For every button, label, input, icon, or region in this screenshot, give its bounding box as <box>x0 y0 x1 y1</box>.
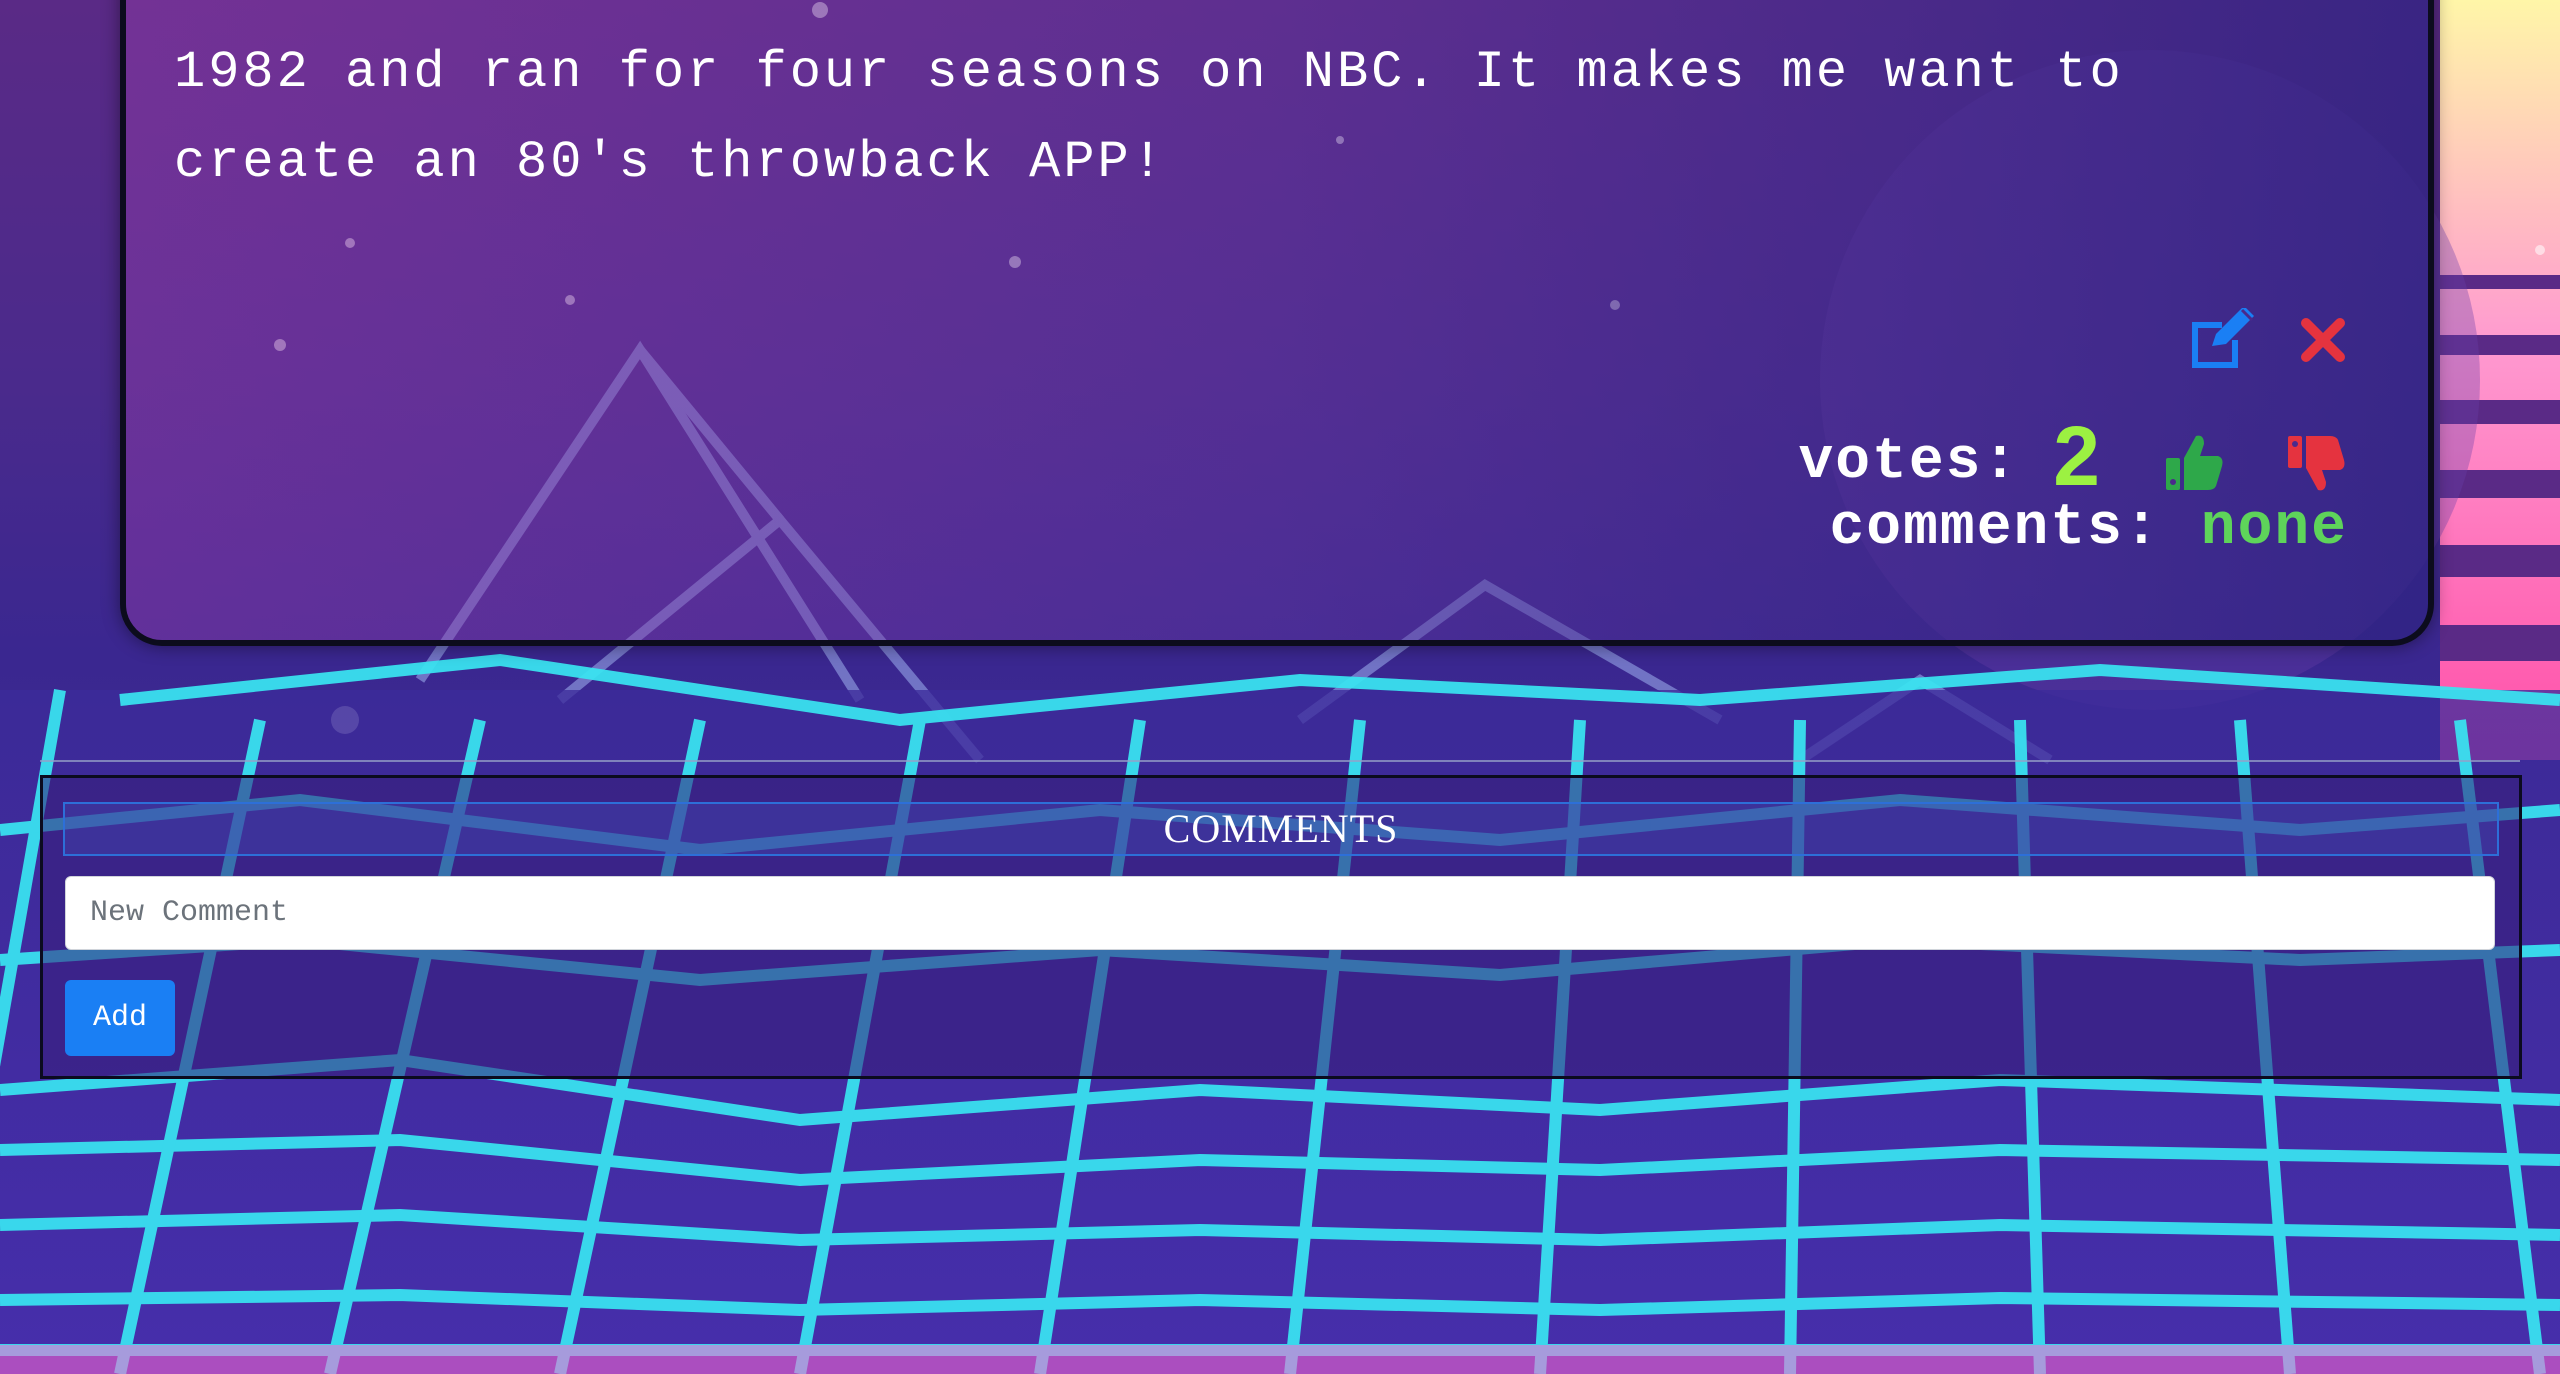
post-actions <box>2186 306 2346 372</box>
post-card: 1982 and ran for four seasons on NBC. It… <box>120 0 2434 646</box>
comments-summary: comments: none <box>1830 496 2349 561</box>
comments-header: COMMENTS <box>63 802 2499 856</box>
comments-count-value: none <box>2200 496 2348 561</box>
comments-panel: COMMENTS Add <box>40 775 2522 1079</box>
close-icon[interactable] <box>2300 317 2346 363</box>
votes-label: votes: <box>1798 430 2020 495</box>
votes-count: 2 <box>2053 409 2100 503</box>
thumbs-down-icon[interactable] <box>2286 432 2348 494</box>
edit-icon[interactable] <box>2186 306 2256 372</box>
section-divider <box>40 760 2520 762</box>
new-comment-input[interactable] <box>65 876 2495 950</box>
post-body-text: 1982 and ran for four seasons on NBC. It… <box>174 43 2124 192</box>
comments-label: comments: <box>1829 496 2161 561</box>
thumbs-up-icon[interactable] <box>2164 432 2226 494</box>
add-comment-button[interactable]: Add <box>65 980 175 1056</box>
